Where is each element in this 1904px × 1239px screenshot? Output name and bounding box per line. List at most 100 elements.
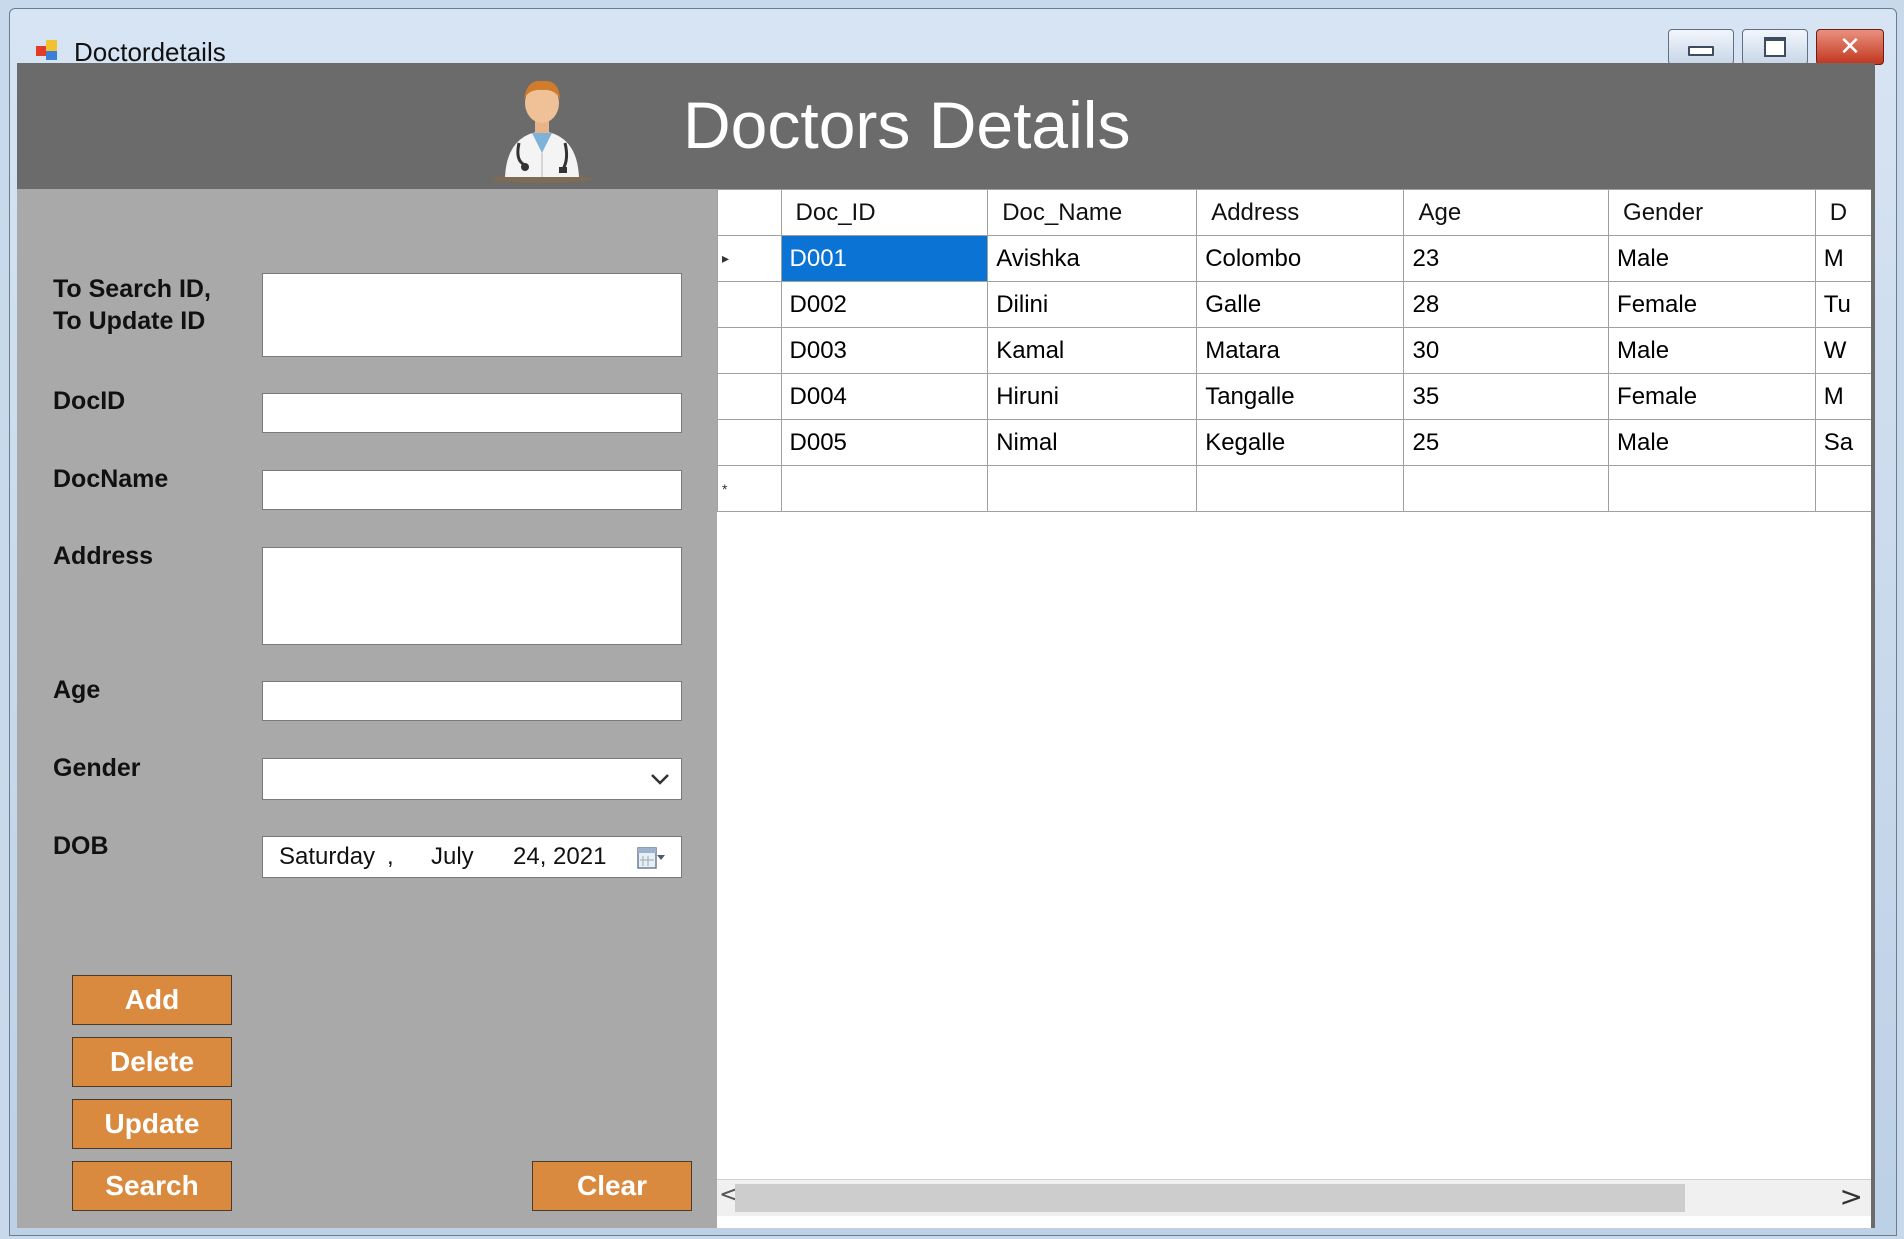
maximize-icon: [1764, 37, 1786, 57]
table-row[interactable]: D003 Kamal Matara 30 Male W: [717, 327, 1875, 374]
table-cell[interactable]: [780, 465, 989, 512]
minimize-button[interactable]: [1668, 29, 1734, 65]
table-cell[interactable]: Kamal: [987, 327, 1198, 374]
address-label: Address: [53, 542, 154, 570]
clear-button[interactable]: Clear: [532, 1161, 692, 1211]
table-row[interactable]: D005 Nimal Kegalle 25 Male Sa: [717, 419, 1875, 466]
table-cell[interactable]: Galle: [1196, 281, 1405, 328]
column-header-address[interactable]: Address: [1196, 189, 1405, 236]
dob-datepicker[interactable]: Saturday , July 24, 2021: [262, 836, 682, 878]
close-button[interactable]: ✕: [1816, 29, 1884, 65]
table-cell[interactable]: Male: [1608, 235, 1816, 282]
age-label: Age: [53, 676, 101, 704]
docid-input[interactable]: [262, 393, 682, 433]
table-cell[interactable]: 35: [1403, 373, 1610, 420]
table-cell[interactable]: Tangalle: [1196, 373, 1405, 420]
table-cell[interactable]: [1608, 465, 1816, 512]
table-cell[interactable]: Matara: [1196, 327, 1405, 374]
search-button[interactable]: Search: [72, 1161, 232, 1211]
grid-right-border: [1871, 189, 1875, 1228]
column-header-doc-name[interactable]: Doc_Name: [987, 189, 1198, 236]
table-cell[interactable]: Female: [1608, 281, 1816, 328]
table-header-row: Doc_ID Doc_Name Address Age Gender D: [717, 189, 1875, 236]
doctors-table: Doc_ID Doc_Name Address Age Gender D ▸ D…: [717, 189, 1875, 512]
new-row[interactable]: *: [717, 465, 1875, 512]
table-cell[interactable]: Male: [1608, 419, 1816, 466]
column-header-doc-id[interactable]: Doc_ID: [780, 189, 989, 236]
doctor-icon: [492, 80, 592, 183]
maximize-button[interactable]: [1742, 29, 1808, 65]
row-header[interactable]: [717, 419, 782, 466]
table-cell[interactable]: Kegalle: [1196, 419, 1405, 466]
client-area: Doctors Details To Search ID, To Update …: [17, 63, 1875, 1228]
table-cell[interactable]: Male: [1608, 327, 1816, 374]
table-cell[interactable]: Colombo: [1196, 235, 1405, 282]
table-cell[interactable]: Tu: [1814, 281, 1875, 328]
update-button[interactable]: Update: [72, 1099, 232, 1149]
table-cell[interactable]: 23: [1403, 235, 1610, 282]
doctor-form-panel: To Search ID, To Update ID DocID DocName…: [17, 189, 717, 1228]
docname-label: DocName: [53, 465, 169, 493]
calendar-dropdown-icon[interactable]: [637, 845, 665, 871]
table-row[interactable]: D004 Hiruni Tangalle 35 Female M: [717, 373, 1875, 420]
table-row[interactable]: D002 Dilini Galle 28 Female Tu: [717, 281, 1875, 328]
docname-input[interactable]: [262, 470, 682, 510]
age-input[interactable]: [262, 681, 682, 721]
dob-month[interactable]: July: [431, 843, 474, 871]
row-header[interactable]: [717, 373, 782, 420]
table-cell[interactable]: Female: [1608, 373, 1816, 420]
app-icon: [36, 40, 57, 60]
search-id-label: To Search ID, To Update ID: [53, 275, 211, 335]
chevron-down-icon: [651, 774, 669, 785]
row-header[interactable]: [717, 327, 782, 374]
table-cell[interactable]: 28: [1403, 281, 1610, 328]
dob-label: DOB: [53, 832, 109, 860]
page-title: Doctors Details: [683, 88, 1131, 162]
table-cell[interactable]: Hiruni: [987, 373, 1198, 420]
docid-label: DocID: [53, 387, 126, 415]
row-header[interactable]: ▸: [717, 235, 782, 282]
row-header[interactable]: [717, 281, 782, 328]
scroll-right-arrow[interactable]: >: [1840, 1180, 1863, 1213]
column-header-dob[interactable]: D: [1814, 189, 1875, 236]
table-cell[interactable]: Avishka: [987, 235, 1198, 282]
minimize-icon: [1688, 46, 1714, 56]
table-cell[interactable]: Dilini: [987, 281, 1198, 328]
table-cell[interactable]: Sa: [1814, 419, 1875, 466]
header-banner: Doctors Details: [17, 63, 1875, 189]
dob-separator: ,: [387, 843, 394, 870]
gender-select[interactable]: [262, 758, 682, 800]
column-header-gender[interactable]: Gender: [1608, 189, 1816, 236]
dob-day-year[interactable]: 24, 2021: [513, 843, 606, 871]
table-cell[interactable]: D004: [780, 373, 989, 420]
table-cell[interactable]: M: [1814, 373, 1875, 420]
table-cell[interactable]: D003: [780, 327, 989, 374]
search-id-input[interactable]: [262, 273, 682, 357]
doctors-data-grid[interactable]: Doc_ID Doc_Name Address Age Gender D ▸ D…: [717, 189, 1875, 1228]
row-header-corner: [717, 189, 782, 236]
table-cell[interactable]: [1403, 465, 1610, 512]
gender-label: Gender: [53, 754, 141, 782]
table-cell[interactable]: 25: [1403, 419, 1610, 466]
scrollbar-thumb[interactable]: [735, 1184, 1685, 1212]
table-cell[interactable]: Nimal: [987, 419, 1198, 466]
table-cell[interactable]: [987, 465, 1198, 512]
table-row[interactable]: ▸ D001 Avishka Colombo 23 Male M: [717, 235, 1875, 282]
horizontal-scrollbar[interactable]: < >: [717, 1179, 1875, 1216]
add-button[interactable]: Add: [72, 975, 232, 1025]
table-cell[interactable]: [1196, 465, 1405, 512]
column-header-age[interactable]: Age: [1403, 189, 1610, 236]
table-cell[interactable]: [1814, 465, 1875, 512]
address-input[interactable]: [262, 547, 682, 645]
table-cell[interactable]: 30: [1403, 327, 1610, 374]
table-cell[interactable]: D001: [780, 235, 989, 282]
table-cell[interactable]: D005: [780, 419, 989, 466]
delete-button[interactable]: Delete: [72, 1037, 232, 1087]
title-bar[interactable]: Doctordetails ✕: [10, 9, 1896, 71]
new-row-header[interactable]: *: [717, 465, 782, 512]
table-cell[interactable]: D002: [780, 281, 989, 328]
dob-weekday[interactable]: Saturday: [279, 843, 375, 871]
close-icon: ✕: [1839, 32, 1861, 62]
table-cell[interactable]: M: [1814, 235, 1875, 282]
table-cell[interactable]: W: [1814, 327, 1875, 374]
